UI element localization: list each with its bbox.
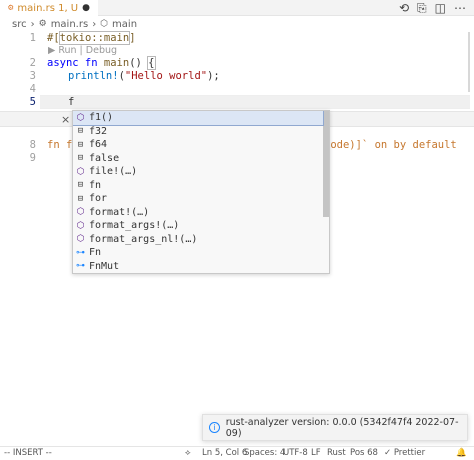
breadcrumb: src › ⚙ main.rs › ⬡ main (12, 17, 137, 31)
end-of-line[interactable]: LF (311, 448, 321, 458)
scrollbar[interactable] (468, 32, 470, 92)
tab-bar: ⚙ main.rs 1, U ● ⟲ ⎘ ◫ ⋯ (0, 0, 474, 16)
keyword-icon: ⊟ (77, 139, 84, 150)
line-number: 8 (29, 139, 36, 151)
attr-close: ] (129, 32, 136, 44)
language-mode[interactable]: Rust (327, 448, 346, 458)
notification-text: rust-analyzer version: 0.0.0 (5342f47f4 … (225, 416, 459, 439)
more-actions-icon[interactable]: ⋯ (454, 1, 466, 16)
byte-position[interactable]: Pos 68 (350, 448, 378, 458)
line-number: 3 (29, 70, 36, 82)
cursor-position[interactable]: Ln 5, Col 6 (202, 448, 247, 458)
method-icon: ⬡ (76, 220, 85, 231)
attr-name: tokio::main (58, 31, 131, 45)
suggest-item-label: f64 (89, 139, 108, 151)
breadcrumb-item-symbol[interactable]: main (112, 19, 137, 30)
indentation[interactable]: Spaces: 4 (244, 448, 285, 458)
prettier-status[interactable]: ✓ Prettier (384, 448, 425, 458)
code-line-2: async fn main() { (47, 56, 156, 70)
info-icon: i (209, 422, 220, 433)
code-line-5: f (68, 96, 75, 108)
method-icon: ⬡ (76, 112, 85, 123)
suggest-item[interactable]: ⊟ false (73, 152, 323, 166)
timeline-icon[interactable]: ⟲ (399, 1, 409, 16)
run-debug-codelens[interactable]: ▶ Run | Debug (48, 45, 117, 56)
line-number: 1 (29, 32, 36, 44)
suggest-item-label: f32 (89, 125, 108, 137)
dirty-indicator[interactable]: ● (82, 3, 90, 13)
keyword-icon: ⊟ (77, 126, 84, 137)
rust-file-icon: ⚙ (38, 19, 47, 29)
suggest-item[interactable]: ⊶ FnMut (73, 260, 323, 274)
suggest-scrollbar[interactable] (323, 111, 329, 217)
notification-toast[interactable]: i rust-analyzer version: 0.0.0 (5342f47f… (202, 414, 468, 441)
keyword-icon: ⊟ (77, 180, 84, 191)
interface-icon: ⊶ (76, 247, 85, 258)
code-line-3: println!("Hello world"); (68, 70, 220, 82)
open-brace: { (147, 56, 156, 70)
tab-main-rs[interactable]: ⚙ main.rs 1, U ● (0, 0, 98, 16)
breadcrumb-separator: › (30, 18, 35, 30)
function-name: main (103, 57, 130, 69)
line-number: 2 (29, 57, 36, 69)
keyword-icon: ⊟ (77, 193, 84, 204)
suggest-item[interactable]: ⊟ f64 (73, 138, 323, 152)
suggest-item-label: FnMut (89, 260, 120, 272)
bell-icon[interactable]: 🔔 (456, 448, 467, 458)
line-number: 4 (29, 83, 36, 95)
suggest-item-label: Fn (89, 247, 102, 259)
tab-label: main.rs 1, U (17, 2, 79, 14)
macro-name: println! (68, 70, 119, 82)
open-changes-icon[interactable]: ⎘ (417, 1, 427, 16)
method-icon: ⬡ (76, 234, 85, 245)
suggest-item[interactable]: ⬡ format_args!(…) (73, 219, 323, 233)
suggest-item-label: format_args_nl!(…) (89, 233, 198, 245)
suggest-item[interactable]: ⬡ format!(…) (73, 206, 323, 220)
suggest-item[interactable]: ⊶ Fn (73, 246, 323, 260)
breadcrumb-item-file[interactable]: main.rs (51, 19, 89, 30)
keyword-icon: ⊟ (77, 153, 84, 164)
method-icon: ⬡ (76, 207, 85, 218)
split-editor-icon[interactable]: ◫ (435, 1, 446, 16)
paren-close: ); (207, 70, 220, 82)
suggest-item-label: f1() (89, 112, 114, 124)
method-icon: ⬡ (76, 166, 85, 177)
suggest-item[interactable]: ⊟ for (73, 192, 323, 206)
suggest-item[interactable]: ⬡ f1() (73, 111, 324, 126)
code-line-1: #[tokio::main] (47, 31, 136, 45)
vim-mode-indicator: -- INSERT -- (4, 448, 52, 458)
warning-text: node)]` on by default (324, 139, 457, 151)
function-icon: ⬡ (100, 19, 109, 29)
editor-toolbar: ⟲ ⎘ ◫ ⋯ (399, 1, 466, 16)
interface-icon: ⊶ (76, 261, 85, 272)
breadcrumb-separator: › (92, 18, 97, 30)
string-literal: "Hello world" (124, 70, 208, 82)
suggest-item-label: format!(…) (89, 206, 150, 218)
status-bar: -- INSERT -- ⟡ Ln 5, Col 6 Spaces: 4 UTF… (0, 446, 474, 460)
params: () (129, 57, 149, 69)
rust-file-icon: ⚙ (8, 3, 14, 13)
suggest-item-label: file!(…) (89, 166, 138, 178)
keyword: async fn (47, 57, 104, 69)
suggest-item-label: format_args!(…) (89, 220, 180, 232)
suggest-item-label: fn (89, 179, 102, 191)
line-number-active: 5 (29, 96, 36, 108)
code-line-8-start: fn f (47, 139, 73, 151)
current-line-highlight (40, 95, 470, 109)
suggest-item[interactable]: ⊟ fn (73, 179, 323, 193)
encoding[interactable]: UTF-8 (283, 448, 308, 458)
suggest-item[interactable]: ⬡ file!(…) (73, 165, 323, 179)
sync-icon[interactable]: ⟡ (185, 448, 191, 458)
suggest-item-label: false (89, 152, 120, 164)
line-number: 9 (29, 152, 36, 164)
suggest-item-label: for (89, 193, 108, 205)
breadcrumb-item-src[interactable]: src (12, 19, 27, 30)
close-icon[interactable]: × (61, 113, 70, 126)
suggest-widget: ⬡ f1() ⊟ f32 ⊟ f64 ⊟ false ⬡ file!(…) ⊟ fn ⊟ fo… (72, 110, 330, 274)
suggest-item[interactable]: ⬡ format_args_nl!(…) (73, 233, 323, 247)
attr-open: #[ (47, 32, 60, 44)
suggest-item[interactable]: ⊟ f32 (73, 125, 323, 139)
